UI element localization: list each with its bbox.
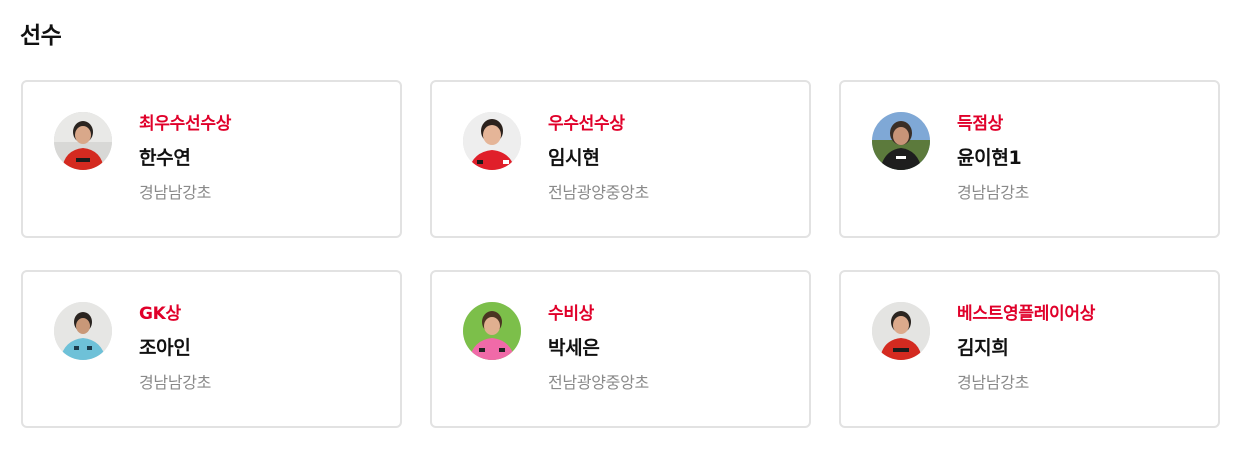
player-info: 득점상 윤이현1 경남남강초 — [957, 112, 1029, 205]
player-name: 임시현 — [548, 147, 600, 169]
award-label: 우수선수상 — [548, 114, 625, 134]
player-name: 김지희 — [957, 337, 1009, 359]
avatar-photo-icon — [54, 112, 112, 170]
player-card-grid: 최우수선수상 한수연 경남남강초 우수선수상 임시현 전남광양중앙초 득점상 윤… — [21, 80, 1220, 428]
player-card[interactable]: 득점상 윤이현1 경남남강초 — [839, 80, 1220, 238]
award-label: 수비상 — [548, 304, 595, 324]
player-school: 경남남강초 — [139, 373, 212, 392]
player-info: GK상 조아인 경남남강초 — [139, 302, 211, 395]
award-label: 베스트영플레이어상 — [957, 304, 1096, 324]
player-card[interactable]: 최우수선수상 한수연 경남남강초 — [21, 80, 402, 238]
player-name: 윤이현1 — [957, 147, 1022, 169]
player-school: 전남광양중앙초 — [548, 183, 649, 202]
player-card[interactable]: 베스트영플레이어상 김지희 경남남강초 — [839, 270, 1220, 428]
player-card[interactable]: 우수선수상 임시현 전남광양중앙초 — [430, 80, 811, 238]
player-school: 경남남강초 — [957, 373, 1030, 392]
player-card[interactable]: 수비상 박세은 전남광양중앙초 — [430, 270, 811, 428]
section-title: 선수 — [20, 23, 62, 49]
avatar-photo-icon — [872, 112, 930, 170]
award-label: 득점상 — [957, 114, 1004, 134]
player-name: 한수연 — [139, 147, 191, 169]
avatar-photo-icon — [463, 302, 521, 360]
award-label: GK상 — [139, 304, 181, 324]
player-school: 경남남강초 — [139, 183, 212, 202]
player-card[interactable]: GK상 조아인 경남남강초 — [21, 270, 402, 428]
player-avatar — [872, 112, 930, 170]
avatar-photo-icon — [463, 112, 521, 170]
player-name: 조아인 — [139, 337, 191, 359]
player-info: 베스트영플레이어상 김지희 경남남강초 — [957, 302, 1095, 395]
player-info: 수비상 박세은 전남광양중앙초 — [548, 302, 649, 395]
player-school: 경남남강초 — [957, 183, 1030, 202]
player-avatar — [54, 302, 112, 360]
avatar-photo-icon — [54, 302, 112, 360]
player-info: 최우수선수상 한수연 경남남강초 — [139, 112, 231, 205]
player-avatar — [463, 112, 521, 170]
player-info: 우수선수상 임시현 전남광양중앙초 — [548, 112, 649, 205]
player-name: 박세은 — [548, 337, 600, 359]
player-avatar — [54, 112, 112, 170]
player-avatar — [872, 302, 930, 360]
award-label: 최우수선수상 — [139, 114, 232, 134]
avatar-photo-icon — [872, 302, 930, 360]
player-avatar — [463, 302, 521, 360]
player-school: 전남광양중앙초 — [548, 373, 649, 392]
